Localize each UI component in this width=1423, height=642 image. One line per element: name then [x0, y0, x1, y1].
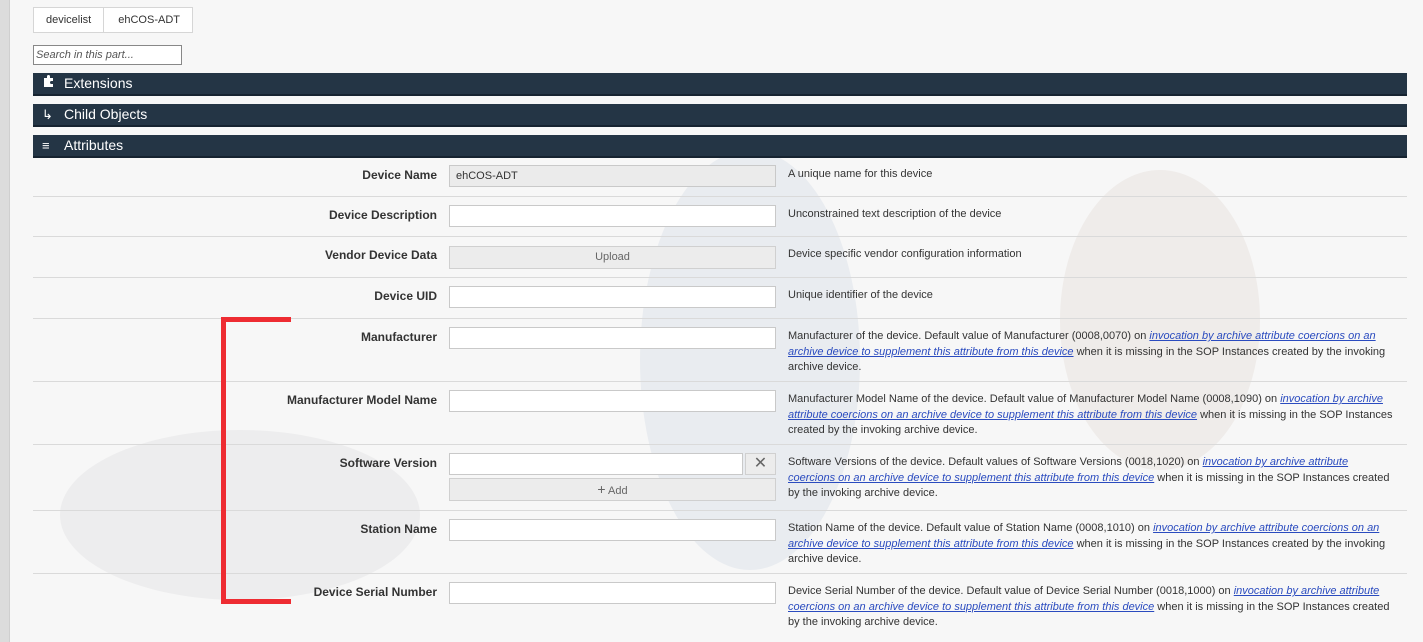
- attributes-form: Device Name A unique name for this devic…: [33, 157, 1407, 637]
- row-device-serial-number: Device Serial Number Device Serial Numbe…: [33, 574, 1407, 637]
- device-name-field[interactable]: [449, 165, 776, 187]
- station-name-field[interactable]: [449, 519, 776, 541]
- upload-button[interactable]: Upload: [449, 246, 776, 269]
- row-software-version: Software Version ✕ + Add Software Versio…: [33, 445, 1407, 511]
- station-name-description: Station Name of the device. Default valu…: [788, 522, 1386, 565]
- section-extensions[interactable]: Extensions: [33, 73, 1407, 96]
- manufacturer-field[interactable]: [449, 327, 776, 349]
- software-version-label: Software Version: [339, 456, 437, 470]
- software-version-description: Software Versions of the device. Default…: [788, 456, 1390, 499]
- left-edge-panel: [0, 0, 10, 642]
- software-version-field[interactable]: [449, 453, 743, 475]
- close-icon: ✕: [753, 455, 768, 472]
- manufacturer-model-name-label: Manufacturer Model Name: [286, 393, 437, 407]
- manufacturer-model-name-field[interactable]: [449, 390, 776, 412]
- device-serial-number-field[interactable]: [449, 582, 776, 604]
- breadcrumb-item-device[interactable]: ehCOS-ADT: [104, 7, 193, 33]
- row-station-name: Station Name Station Name of the device.…: [33, 511, 1407, 574]
- search-input[interactable]: [33, 45, 182, 65]
- vendor-device-data-description: Device specific vendor configuration inf…: [788, 248, 1022, 260]
- device-uid-field[interactable]: [449, 286, 776, 308]
- return-arrow-icon: ↳: [42, 107, 53, 122]
- vendor-device-data-label: Vendor Device Data: [324, 248, 437, 262]
- device-uid-label: Device UID: [374, 289, 437, 303]
- row-vendor-device-data: Vendor Device Data Upload Device specifi…: [33, 237, 1407, 278]
- row-manufacturer-model-name: Manufacturer Model Name Manufacturer Mod…: [33, 382, 1407, 445]
- row-manufacturer: Manufacturer Manufacturer of the device.…: [33, 319, 1407, 382]
- device-description-field[interactable]: [449, 205, 776, 227]
- device-description-description: Unconstrained text description of the de…: [788, 208, 1002, 220]
- row-device-name: Device Name A unique name for this devic…: [33, 157, 1407, 197]
- row-device-uid: Device UID Unique identifier of the devi…: [33, 278, 1407, 319]
- device-description-label: Device Description: [328, 208, 437, 222]
- section-attributes-label: Attributes: [64, 137, 124, 153]
- breadcrumb-item-devicelist[interactable]: devicelist: [33, 7, 105, 33]
- section-child-objects-label: Child Objects: [64, 106, 148, 122]
- section-attributes[interactable]: ≡ Attributes: [33, 135, 1407, 158]
- device-serial-number-description: Device Serial Number of the device. Defa…: [788, 585, 1390, 628]
- station-name-label: Station Name: [360, 522, 437, 536]
- puzzle-icon: [42, 72, 60, 95]
- device-name-label: Device Name: [362, 168, 437, 182]
- device-name-description: A unique name for this device: [788, 168, 933, 180]
- row-device-description: Device Description Unconstrained text de…: [33, 197, 1407, 237]
- plus-icon: +: [597, 481, 606, 497]
- breadcrumb: devicelist ehCOS-ADT: [33, 7, 193, 33]
- device-uid-description: Unique identifier of the device: [788, 289, 933, 301]
- add-value-button[interactable]: + Add: [449, 478, 776, 501]
- list-icon: ≡: [42, 138, 50, 153]
- section-extensions-label: Extensions: [64, 75, 133, 91]
- manufacturer-description: Manufacturer of the device. Default valu…: [788, 330, 1386, 373]
- manufacturer-model-name-description: Manufacturer Model Name of the device. D…: [788, 393, 1393, 436]
- remove-value-button[interactable]: ✕: [745, 453, 776, 475]
- section-child-objects[interactable]: ↳ Child Objects: [33, 104, 1407, 127]
- device-serial-number-label: Device Serial Number: [313, 585, 437, 599]
- manufacturer-label: Manufacturer: [360, 330, 437, 344]
